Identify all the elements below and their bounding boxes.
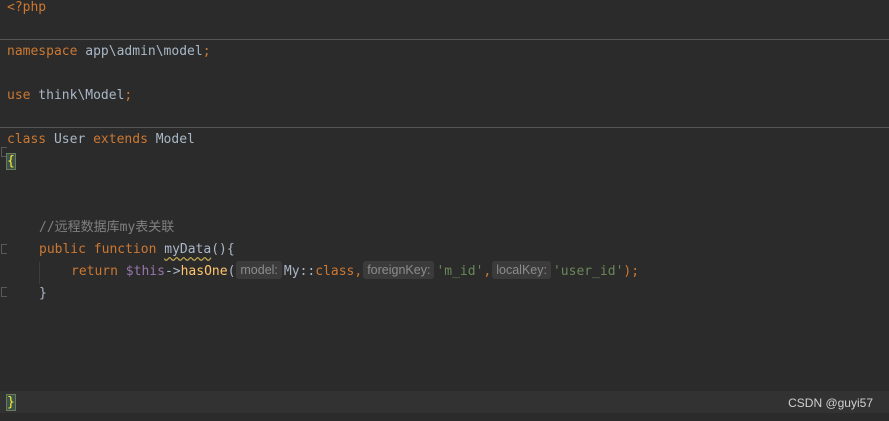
php-open-tag: <?php bbox=[7, 0, 47, 15]
comma: , bbox=[483, 264, 492, 279]
code-line-close-class[interactable]: } bbox=[0, 392, 889, 414]
foreign-key-value: 'm_id' bbox=[436, 264, 484, 279]
code-line-comment[interactable]: //远程数据库my表关联 bbox=[0, 217, 889, 239]
class-keyword: class bbox=[7, 132, 47, 147]
method-name: myData bbox=[164, 242, 212, 257]
code-line-namespace[interactable]: namespace app\admin\model; bbox=[0, 41, 889, 63]
class-constant: class bbox=[315, 264, 355, 279]
matched-brace-open: { bbox=[6, 153, 16, 170]
method-separator bbox=[0, 127, 889, 128]
comma: , bbox=[354, 264, 363, 279]
code-editor[interactable]: <?php namespace app\admin\model; use thi… bbox=[0, 0, 889, 421]
param-hint-foreign-key: foreignKey: bbox=[363, 261, 435, 279]
method-separator bbox=[0, 39, 889, 40]
method-params: (){ bbox=[211, 242, 235, 257]
fold-marker-icon[interactable] bbox=[1, 244, 7, 254]
code-line-method[interactable]: public function myData(){ bbox=[0, 239, 889, 261]
function-keyword: function bbox=[85, 242, 165, 257]
use-path: think\Model bbox=[30, 88, 125, 103]
paren-open: ( bbox=[227, 264, 236, 279]
arrow-operator: -> bbox=[164, 264, 181, 279]
this-variable: $this bbox=[125, 264, 165, 279]
matched-brace-close: } bbox=[6, 394, 16, 411]
code-line-return[interactable]: return $this->hasOne(model: My::class, for… bbox=[0, 261, 889, 283]
semicolon: ; bbox=[202, 44, 211, 59]
code-line-class[interactable]: class User extends Model bbox=[0, 129, 889, 151]
namespace-path: app\admin\model bbox=[77, 44, 203, 59]
model-value: My:: bbox=[283, 264, 316, 279]
code-comment: //远程数据库my表关联 bbox=[39, 220, 175, 235]
paren-close-semicolon: ); bbox=[623, 264, 640, 279]
return-keyword: return bbox=[71, 264, 126, 279]
code-line-use[interactable]: use think\Model; bbox=[0, 85, 889, 107]
use-keyword: use bbox=[7, 88, 31, 103]
namespace-keyword: namespace bbox=[7, 44, 78, 59]
code-line-close-method[interactable]: } bbox=[0, 283, 889, 305]
fold-marker-icon[interactable] bbox=[1, 287, 7, 297]
public-keyword: public bbox=[39, 242, 86, 257]
method-call-name: hasOne bbox=[180, 264, 228, 279]
extends-keyword: extends bbox=[93, 132, 148, 147]
code-line-1[interactable]: <?php bbox=[0, 0, 889, 19]
semicolon: ; bbox=[124, 88, 133, 103]
close-method-brace: } bbox=[39, 286, 47, 301]
csdn-watermark: CSDN @guyi57 bbox=[788, 396, 873, 410]
code-line-open-brace[interactable]: { bbox=[0, 151, 889, 173]
param-hint-local-key: localKey: bbox=[492, 261, 551, 279]
class-name: User bbox=[46, 132, 94, 147]
param-hint-model: model: bbox=[236, 261, 282, 279]
local-key-value: 'user_id' bbox=[552, 264, 624, 279]
parent-class: Model bbox=[147, 132, 195, 147]
